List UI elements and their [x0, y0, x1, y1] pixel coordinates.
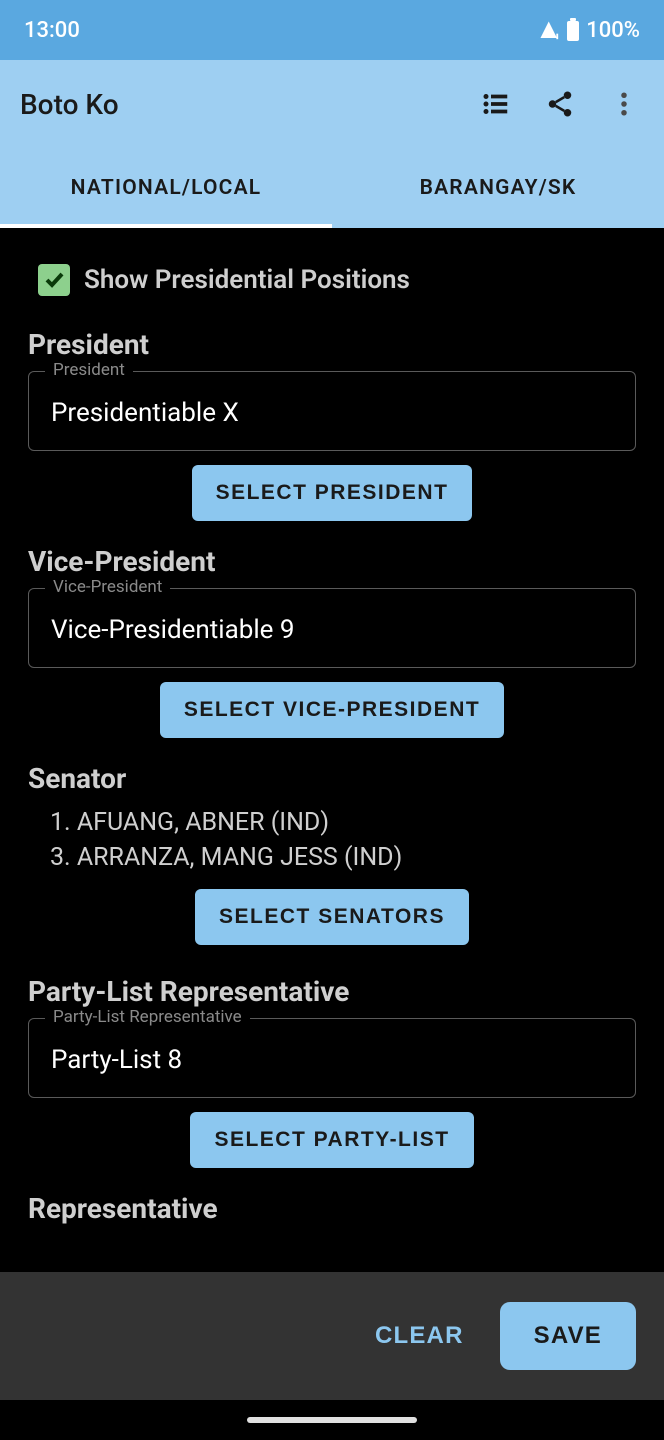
- president-title: President: [28, 328, 636, 361]
- signal-icon: [538, 19, 560, 41]
- select-vice-president-button[interactable]: SELECT VICE-PRESIDENT: [160, 682, 504, 738]
- battery-icon: [566, 18, 580, 42]
- president-legend: President: [45, 360, 133, 380]
- show-presidential-row[interactable]: Show Presidential Positions: [28, 264, 636, 296]
- content: Show Presidential Positions President Pr…: [0, 228, 664, 1272]
- party-list-field[interactable]: Party-List Representative Party-List 8: [28, 1018, 636, 1098]
- tab-national-local[interactable]: NATIONAL/LOCAL: [0, 148, 332, 228]
- party-list-legend: Party-List Representative: [45, 1007, 250, 1027]
- app-title: Boto Ko: [20, 88, 476, 121]
- more-icon[interactable]: [604, 84, 644, 124]
- status-bar: 13:00 100%: [0, 0, 664, 60]
- president-section: President President Presidentiable X SEL…: [28, 328, 636, 521]
- vice-president-value: Vice-Presidentiable 9: [51, 615, 613, 645]
- save-button[interactable]: SAVE: [500, 1302, 636, 1370]
- tab-barangay-sk[interactable]: BARANGAY/SK: [332, 148, 664, 228]
- senator-item: 1. AFUANG, ABNER (IND): [50, 805, 636, 840]
- share-icon[interactable]: [540, 84, 580, 124]
- check-icon: [42, 268, 66, 292]
- bottom-bar: CLEAR SAVE: [0, 1272, 664, 1400]
- vice-president-field[interactable]: Vice-President Vice-Presidentiable 9: [28, 588, 636, 668]
- senator-list: 1. AFUANG, ABNER (IND) 3. ARRANZA, MANG …: [50, 805, 636, 875]
- select-senators-button[interactable]: SELECT SENATORS: [195, 889, 469, 945]
- tabs: NATIONAL/LOCAL BARANGAY/SK: [0, 148, 664, 228]
- vice-president-section: Vice-President Vice-President Vice-Presi…: [28, 545, 636, 738]
- app-bar: Boto Ko: [0, 60, 664, 148]
- vice-president-title: Vice-President: [28, 545, 636, 578]
- select-party-list-button[interactable]: SELECT PARTY-LIST: [190, 1112, 473, 1168]
- list-icon[interactable]: [476, 84, 516, 124]
- battery-percent: 100%: [586, 18, 640, 43]
- app-actions: [476, 84, 644, 124]
- representative-section: Representative: [28, 1192, 636, 1225]
- representative-title: Representative: [28, 1192, 636, 1225]
- president-field[interactable]: President Presidentiable X: [28, 371, 636, 451]
- senator-section: Senator 1. AFUANG, ABNER (IND) 3. ARRANZ…: [28, 762, 636, 945]
- vice-president-legend: Vice-President: [45, 577, 170, 597]
- clear-button[interactable]: CLEAR: [375, 1322, 464, 1350]
- nav-pill[interactable]: [247, 1417, 417, 1423]
- show-presidential-checkbox[interactable]: [38, 264, 70, 296]
- party-list-section: Party-List Representative Party-List Rep…: [28, 975, 636, 1168]
- select-president-button[interactable]: SELECT PRESIDENT: [192, 465, 473, 521]
- president-value: Presidentiable X: [51, 398, 613, 428]
- show-presidential-label: Show Presidential Positions: [84, 265, 410, 295]
- party-list-title: Party-List Representative: [28, 975, 636, 1008]
- senator-item: 3. ARRANZA, MANG JESS (IND): [50, 840, 636, 875]
- nav-bar: [0, 1400, 664, 1440]
- status-right: 100%: [538, 18, 640, 43]
- status-time: 13:00: [24, 18, 80, 43]
- senator-title: Senator: [28, 762, 636, 795]
- party-list-value: Party-List 8: [51, 1045, 613, 1075]
